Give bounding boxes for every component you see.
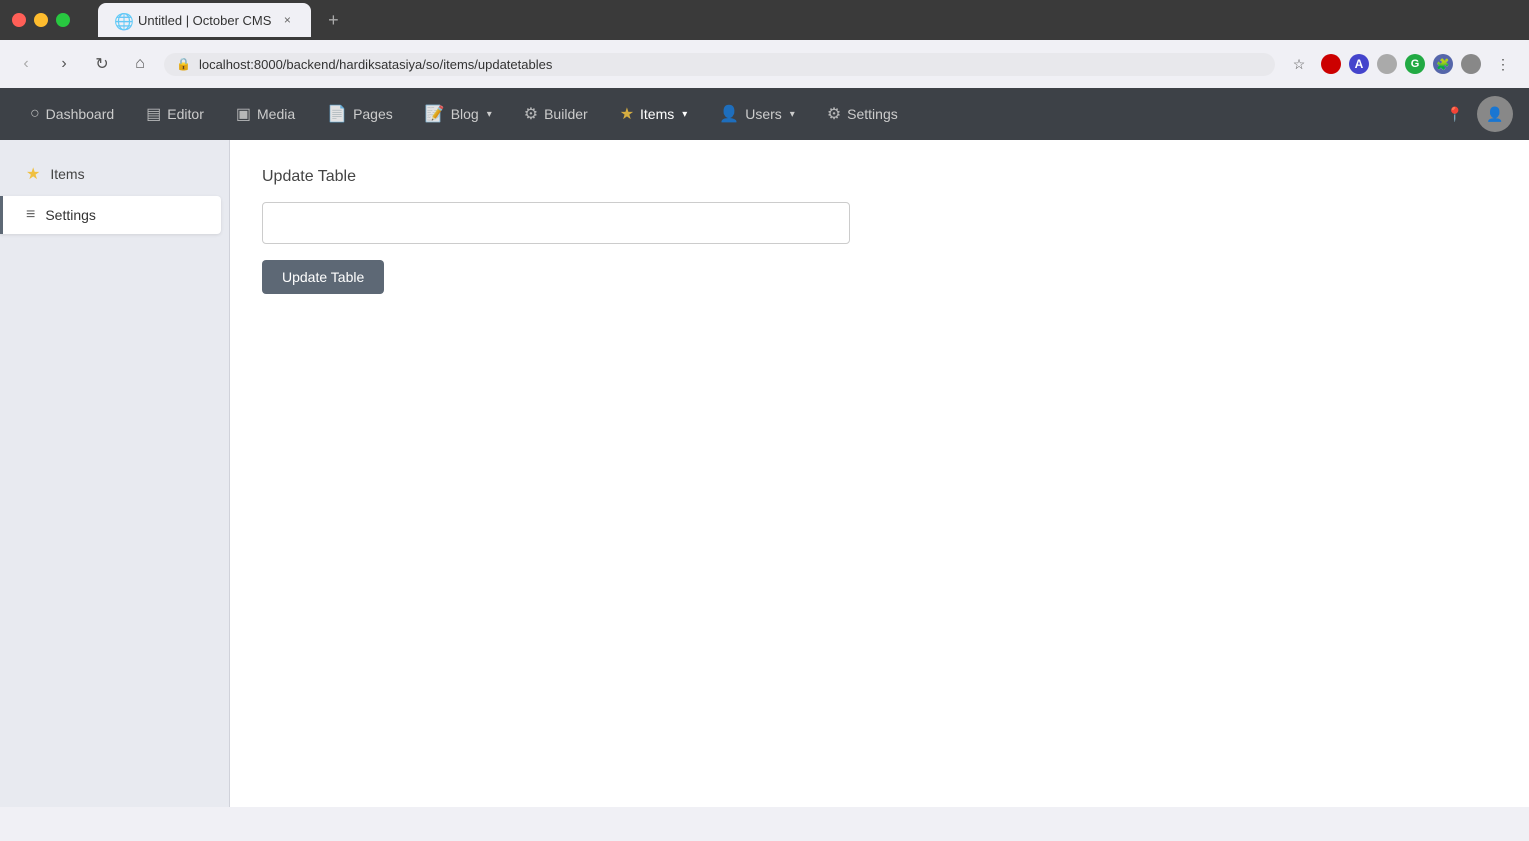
title-bar: 🌐 Untitled | October CMS × + (0, 0, 1529, 40)
settings-icon: ⚙ (827, 104, 841, 124)
back-button[interactable]: ‹ (12, 50, 40, 78)
close-window-button[interactable] (12, 13, 26, 27)
more-menu-button[interactable]: ⋮ (1489, 50, 1517, 78)
browser-chrome: 🌐 Untitled | October CMS × + ‹ › ↻ ⌂ 🔒 l… (0, 0, 1529, 88)
nav-item-users[interactable]: 👤 Users ▾ (705, 96, 809, 132)
nav-item-builder[interactable]: ⚙ Builder (510, 96, 602, 132)
blog-chevron-icon: ▾ (487, 109, 492, 120)
sidebar: ★ Items ≡ Settings (0, 140, 230, 807)
user-avatar[interactable]: 👤 (1477, 96, 1513, 132)
sidebar-items-label: Items (50, 166, 84, 182)
sidebar-settings-icon: ≡ (26, 206, 35, 224)
tab-title: Untitled | October CMS (138, 13, 271, 28)
nav-item-settings[interactable]: ⚙ Settings (813, 96, 912, 132)
browser-tab[interactable]: 🌐 Untitled | October CMS × (98, 3, 311, 37)
dashboard-icon: ○ (30, 105, 40, 123)
nav-item-blog[interactable]: 📝 Blog ▾ (411, 96, 506, 132)
users-chevron-icon: ▾ (790, 109, 795, 120)
builder-icon: ⚙ (524, 104, 538, 124)
app-container: ○ Dashboard ▤ Editor ▣ Media 📄 Pages 📝 B… (0, 88, 1529, 807)
home-button[interactable]: ⌂ (126, 50, 154, 78)
minimize-window-button[interactable] (34, 13, 48, 27)
bookmark-button[interactable]: ☆ (1285, 50, 1313, 78)
items-chevron-icon: ▾ (682, 109, 687, 120)
address-bar: ‹ › ↻ ⌂ 🔒 localhost:8000/backend/hardiks… (0, 40, 1529, 88)
main-area: ★ Items ≡ Settings Update Table Update T… (0, 140, 1529, 807)
window-controls (12, 13, 70, 27)
nav-item-media[interactable]: ▣ Media (222, 96, 309, 132)
editor-icon: ▤ (146, 104, 161, 124)
extension-icon-blue[interactable]: A (1349, 54, 1369, 74)
main-content: Update Table Update Table (230, 140, 1529, 807)
tab-bar: 🌐 Untitled | October CMS × + (86, 3, 359, 37)
lock-icon: 🔒 (176, 57, 191, 71)
nav-item-pages[interactable]: 📄 Pages (313, 96, 407, 132)
sidebar-settings-label: Settings (45, 207, 96, 223)
address-text: localhost:8000/backend/hardiksatasiya/so… (199, 57, 1263, 72)
maximize-window-button[interactable] (56, 13, 70, 27)
sidebar-item-settings[interactable]: ≡ Settings (0, 196, 221, 234)
address-input-wrap[interactable]: 🔒 localhost:8000/backend/hardiksatasiya/… (164, 53, 1275, 76)
reload-button[interactable]: ↻ (88, 50, 116, 78)
browser-actions: ☆ A G 🧩 ⋮ (1285, 50, 1517, 78)
forward-button[interactable]: › (50, 50, 78, 78)
location-button[interactable]: 📍 (1441, 100, 1469, 128)
extension-icon-account[interactable] (1461, 54, 1481, 74)
users-icon: 👤 (719, 104, 739, 124)
sidebar-items-icon: ★ (26, 164, 40, 184)
sidebar-item-items[interactable]: ★ Items (8, 154, 221, 194)
items-star-icon: ★ (620, 104, 634, 124)
extension-icon-green[interactable]: G (1405, 54, 1425, 74)
media-icon: ▣ (236, 104, 251, 124)
new-tab-button[interactable]: + (319, 6, 347, 34)
nav-right: 📍 👤 (1441, 96, 1513, 132)
tab-favicon: 🌐 (114, 12, 130, 28)
tab-close-button[interactable]: × (279, 12, 295, 28)
pages-icon: 📄 (327, 104, 347, 124)
extension-icon-red[interactable] (1321, 54, 1341, 74)
nav-item-items[interactable]: ★ Items ▾ (606, 96, 702, 132)
blog-icon: 📝 (425, 104, 445, 124)
extension-icon-puzzle[interactable]: 🧩 (1433, 54, 1453, 74)
nav-item-dashboard[interactable]: ○ Dashboard (16, 97, 128, 131)
nav-item-editor[interactable]: ▤ Editor (132, 96, 218, 132)
extension-icon-white[interactable] (1377, 54, 1397, 74)
section-title: Update Table (262, 168, 1497, 186)
app-nav: ○ Dashboard ▤ Editor ▣ Media 📄 Pages 📝 B… (0, 88, 1529, 140)
update-table-button[interactable]: Update Table (262, 260, 384, 294)
table-name-input[interactable] (262, 202, 850, 244)
